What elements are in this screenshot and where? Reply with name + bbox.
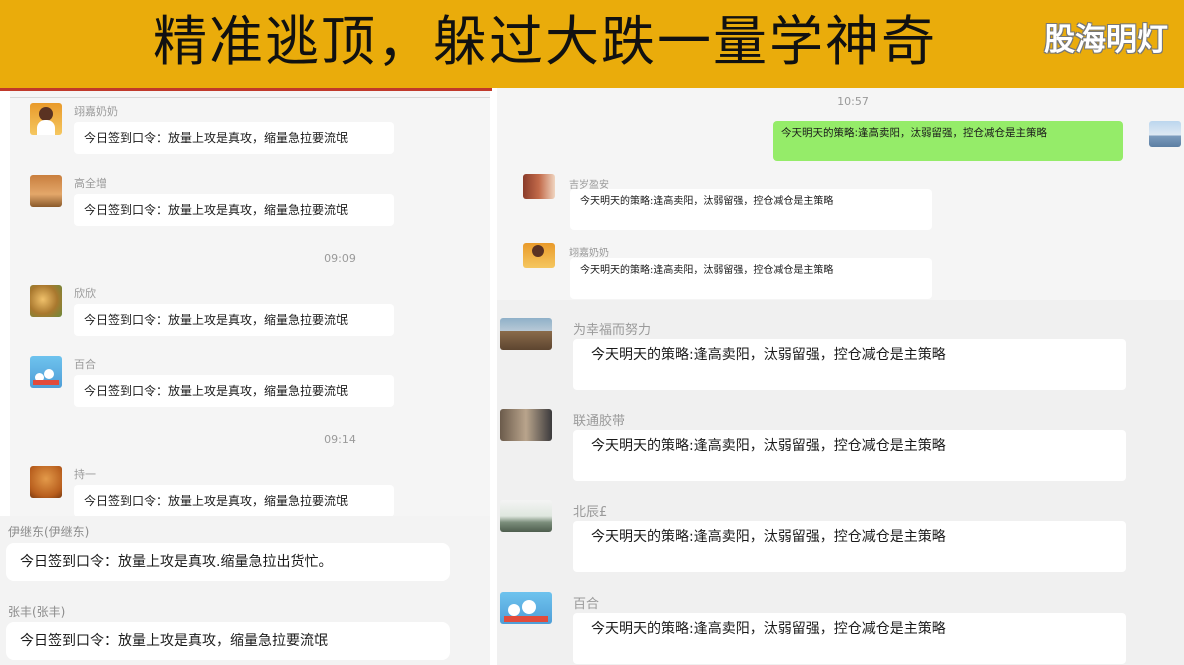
landscape-painting-icon[interactable] xyxy=(500,500,552,532)
buddha-statue-icon[interactable] xyxy=(30,466,62,498)
chat-message: 欣欣 今日签到口令：放量上攻是真攻，缩量急拉要流氓 xyxy=(10,285,490,345)
sender-name: 翊嘉奶奶 xyxy=(569,248,609,259)
message-bubble[interactable]: 今日签到口令：放量上攻是真攻，缩量急拉要流氓 xyxy=(74,375,394,407)
message-bubble[interactable]: 今天明天的策略:逢高卖阳，汰弱留强，控仓减仓是主策略 xyxy=(573,430,1126,481)
woman-portrait-icon[interactable] xyxy=(523,243,555,268)
message-bubble[interactable]: 今日签到口令：放量上攻是真攻，缩量急拉要流氓 xyxy=(74,485,394,516)
chat-message: 百合 今日签到口令：放量上攻是真攻，缩量急拉要流氓 xyxy=(10,356,490,416)
sender-name: 张丰(张丰) xyxy=(8,605,66,619)
woman-photo-icon[interactable] xyxy=(523,174,555,199)
right-lower-chat-panel: 为幸福而努力 今天明天的策略:逢高卖阳，汰弱留强，控仓减仓是主策略 联通胶带 今… xyxy=(497,300,1184,665)
sunset-landscape-icon[interactable] xyxy=(30,175,62,207)
panel-gap xyxy=(492,88,496,665)
message-bubble[interactable]: 今天明天的策略:逢高卖阳，汰弱留强，控仓减仓是主策略 xyxy=(573,339,1126,390)
message-bubble[interactable]: 今天明天的策略:逢高卖阳，汰弱留强，控仓减仓是主策略 xyxy=(570,189,932,230)
woman-portrait-icon[interactable] xyxy=(30,103,62,135)
sender-name: 为幸福而努力 xyxy=(573,323,652,338)
message-bubble[interactable]: 今天明天的策略:逢高卖阳，汰弱留强，控仓减仓是主策略 xyxy=(573,613,1126,664)
message-bubble[interactable]: 今日签到口令：放量上攻是真攻，缩量急拉要流氓 xyxy=(74,194,394,226)
title-banner: 精准逃顶，躲过大跌一量学神奇 股海明灯 xyxy=(0,0,1184,88)
sender-name: 百合 xyxy=(74,358,96,371)
sender-name: 高全增 xyxy=(74,177,107,190)
message-bubble[interactable]: 今天明天的策略:逢高卖阳，汰弱留强，控仓减仓是主策略 xyxy=(570,258,932,299)
chat-message: 高全增 今日签到口令：放量上攻是真攻，缩量急拉要流氓 xyxy=(10,175,490,235)
lily-flower-icon[interactable] xyxy=(500,592,552,624)
message-bubble[interactable]: 今日签到口令：放量上攻是真攻，缩量急拉要流氓 xyxy=(74,304,394,336)
left-lower-chat-panel: 伊继东(伊继东) 今日签到口令：放量上攻是真攻.缩量急拉出货忙。 张丰(张丰) … xyxy=(0,516,490,665)
harbor-photo-icon[interactable] xyxy=(1149,121,1181,147)
right-upper-chat-panel: 10:57 今天明天的策略:逢高卖阳，汰弱留强，控仓减仓是主策略 吉岁盈安 今天… xyxy=(497,88,1184,300)
sender-name: 欣欣 xyxy=(74,287,96,300)
timestamp: 09:09 xyxy=(324,252,356,265)
timestamp: 10:57 xyxy=(837,95,869,108)
brand-logo: 股海明灯 xyxy=(1044,22,1168,58)
message-bubble[interactable]: 今日签到口令：放量上攻是真攻，缩量急拉要流氓 xyxy=(6,622,450,660)
left-chat-panel: 翊嘉奶奶 今日签到口令：放量上攻是真攻，缩量急拉要流氓 高全增 今日签到口令：放… xyxy=(10,91,490,516)
sender-name: 百合 xyxy=(573,597,600,612)
sender-name: 伊继东(伊继东) xyxy=(8,525,90,539)
great-wall-icon[interactable] xyxy=(500,318,552,350)
sender-name: 联通胶带 xyxy=(573,414,626,429)
sender-name: 翊嘉奶奶 xyxy=(74,105,118,118)
timestamp: 09:14 xyxy=(324,433,356,446)
lily-flower-icon[interactable] xyxy=(30,356,62,388)
flower-photo-icon[interactable] xyxy=(30,285,62,317)
message-bubble[interactable]: 今日签到口令：放量上攻是真攻，缩量急拉要流氓 xyxy=(74,122,394,154)
chat-message: 翊嘉奶奶 今日签到口令：放量上攻是真攻，缩量急拉要流氓 xyxy=(10,103,490,163)
sender-name: 持一 xyxy=(74,468,96,481)
self-message-bubble[interactable]: 今天明天的策略:逢高卖阳，汰弱留强，控仓减仓是主策略 xyxy=(773,121,1123,161)
man-seated-icon[interactable] xyxy=(500,409,552,441)
banner-title: 精准逃顶，躲过大跌一量学神奇 xyxy=(153,10,937,73)
panel-top-line xyxy=(10,97,490,98)
sender-name: 北辰£ xyxy=(573,505,608,520)
message-bubble[interactable]: 今日签到口令：放量上攻是真攻.缩量急拉出货忙。 xyxy=(6,543,450,581)
message-bubble[interactable]: 今天明天的策略:逢高卖阳，汰弱留强，控仓减仓是主策略 xyxy=(573,521,1126,572)
chat-message: 持一 今日签到口令：放量上攻是真攻，缩量急拉要流氓 xyxy=(10,466,490,516)
